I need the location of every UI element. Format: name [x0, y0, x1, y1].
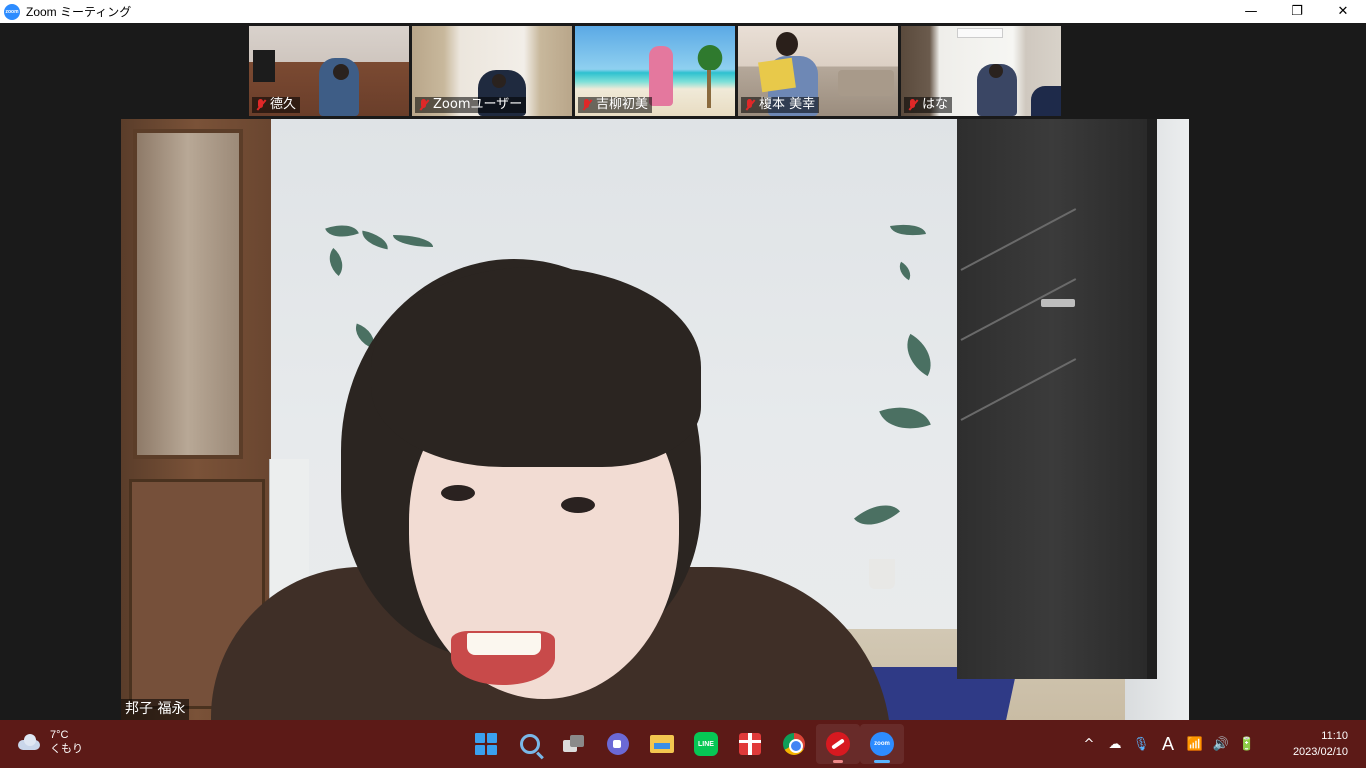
mic-muted-icon	[417, 98, 431, 112]
weather-widget[interactable]: 7°C くもり	[16, 728, 83, 756]
mic-muted-icon	[254, 98, 268, 112]
file-explorer-button[interactable]	[640, 724, 684, 764]
show-hidden-icons-button[interactable]: ^	[1078, 733, 1100, 755]
participant-label: 榎本 美幸	[741, 97, 820, 113]
clock-time: 11:10	[1321, 730, 1348, 742]
participant-name: 吉柳初美	[596, 97, 649, 112]
participant-label: 吉柳初美	[578, 97, 653, 113]
window-controls: — ❐ ✕	[1228, 0, 1366, 23]
participant-tile[interactable]: 榎本 美幸	[738, 26, 898, 116]
mic-muted-icon	[743, 98, 757, 112]
teams-chat-icon	[607, 733, 629, 755]
participant-label: Zoomユーザー	[415, 97, 527, 113]
cloud-icon	[16, 734, 42, 750]
line-icon: LINE	[694, 732, 718, 756]
participant-tile[interactable]: はな	[901, 26, 1061, 116]
trend-micro-icon	[826, 732, 850, 756]
clock-date: 2023/02/10	[1292, 746, 1348, 758]
zoom-logo-icon: zoom	[4, 3, 20, 20]
clock[interactable]: 11:10 2023/02/10	[1268, 728, 1348, 760]
gift-icon	[739, 733, 761, 755]
search-button[interactable]	[508, 724, 552, 764]
participant-name: Zoomユーザー	[433, 97, 523, 112]
active-speaker-video[interactable]: 邦子 福永	[121, 119, 1189, 720]
wifi-icon[interactable]: 📶	[1184, 733, 1206, 755]
volume-icon[interactable]: 🔊	[1210, 733, 1232, 755]
task-view-icon	[563, 735, 585, 753]
weather-temp: 7°C	[50, 729, 69, 741]
folder-icon	[650, 735, 674, 753]
chrome-button[interactable]	[772, 724, 816, 764]
running-indicator	[833, 760, 843, 763]
participant-name: はな	[922, 97, 949, 112]
trend-micro-button[interactable]	[816, 724, 860, 764]
zoom-taskbar-button[interactable]: zoom	[860, 724, 904, 764]
start-button[interactable]	[464, 724, 508, 764]
participant-tile[interactable]: 吉柳初美	[575, 26, 735, 116]
taskbar-apps: LINE zoom	[464, 724, 904, 764]
mic-muted-icon	[906, 98, 920, 112]
minimize-button[interactable]: —	[1228, 0, 1274, 23]
task-view-button[interactable]	[552, 724, 596, 764]
microphone-icon[interactable]: 🎙	[1130, 733, 1152, 755]
battery-icon[interactable]: 🔋	[1236, 733, 1258, 755]
system-tray: ^ ☁ 🎙 A 📶 🔊 🔋 11:10 2023/02/10	[1076, 720, 1366, 768]
chrome-icon	[783, 733, 805, 755]
onedrive-offline-icon[interactable]: ☁	[1104, 733, 1126, 755]
weather-condition: くもり	[50, 743, 83, 755]
participant-strip: 德久 Zoomユーザー 吉柳初美 榎本 美幸 はな	[249, 26, 1061, 116]
participant-label: 德久	[252, 97, 301, 113]
participant-label: はな	[904, 97, 953, 113]
meeting-area: 德久 Zoomユーザー 吉柳初美 榎本 美幸 はな 邦子 福永	[0, 23, 1366, 720]
ime-indicator[interactable]: A	[1162, 734, 1174, 755]
window-title: Zoom ミーティング	[26, 5, 132, 19]
search-icon	[520, 734, 540, 754]
gift-app-button[interactable]	[728, 724, 772, 764]
active-indicator	[874, 760, 890, 763]
participant-tile[interactable]: 德久	[249, 26, 409, 116]
maximize-button[interactable]: ❐	[1274, 0, 1320, 23]
active-speaker-name: 邦子 福永	[121, 699, 190, 720]
participant-name: 德久	[270, 97, 297, 112]
window-title-bar: zoom Zoom ミーティング — ❐ ✕	[0, 0, 1366, 23]
participant-name: 榎本 美幸	[759, 97, 816, 112]
taskbar: 7°C くもり LINE zoom ^ ☁ 🎙 A 📶 🔊 🔋 11:10 20…	[0, 720, 1366, 768]
zoom-icon: zoom	[870, 732, 894, 756]
participant-tile[interactable]: Zoomユーザー	[412, 26, 572, 116]
windows-logo-icon	[475, 733, 497, 755]
close-button[interactable]: ✕	[1320, 0, 1366, 23]
mic-muted-icon	[580, 98, 594, 112]
chat-button[interactable]	[596, 724, 640, 764]
line-app-button[interactable]: LINE	[684, 724, 728, 764]
